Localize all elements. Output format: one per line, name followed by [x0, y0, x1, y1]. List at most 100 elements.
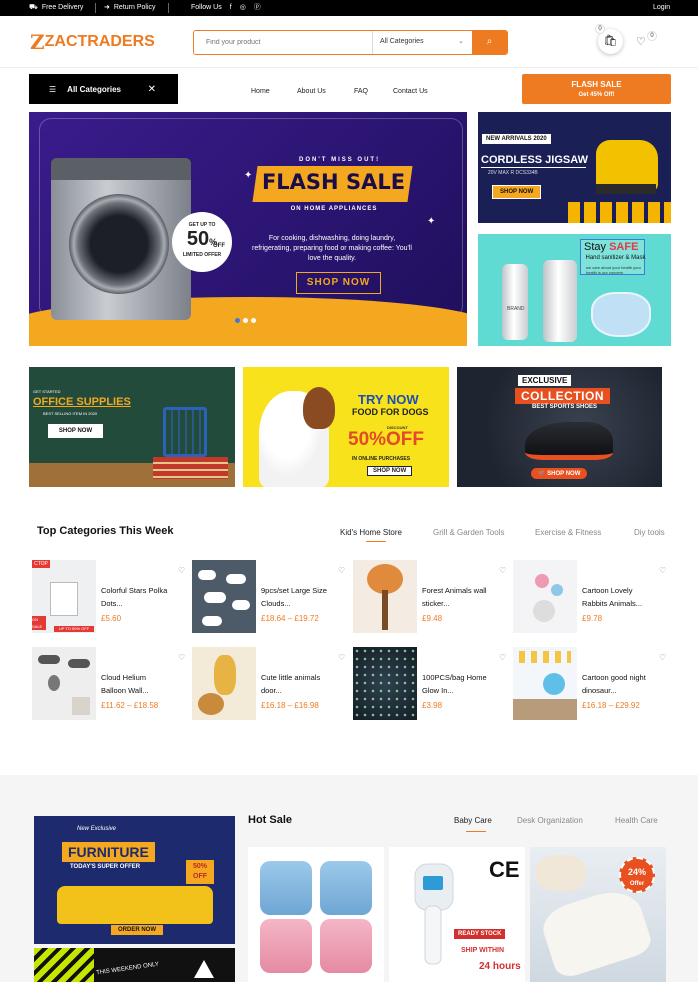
slider-dot[interactable] — [235, 318, 240, 323]
hero-slider[interactable]: GET UP TO 50% OFF LIMITED OFFER DON'T MI… — [29, 112, 467, 346]
product-card[interactable]: Forest Animals wall sticker... £9.48 ♡ — [353, 560, 508, 633]
sparkle-icon: ✦ — [427, 216, 436, 227]
furniture-title: FURNITURE — [62, 842, 155, 862]
nav-about-us[interactable]: About Us — [297, 88, 326, 95]
jigsaw-shop-now-button[interactable]: SHOP NOW — [492, 185, 542, 199]
shoes-shop-now-button[interactable]: 🛒 SHOP NOW — [531, 468, 588, 479]
ribbon-upto: UP TO 50% OFF — [54, 626, 94, 632]
lion-shape — [198, 693, 224, 715]
product-name[interactable]: Cartoon good night dinosaur... — [582, 671, 667, 697]
site-logo[interactable]: Z ZACTRADERS — [30, 32, 155, 52]
flash-sale-button[interactable]: FLASH SALE Get 45% Off! — [522, 74, 671, 104]
instagram-icon[interactable]: ◎ — [240, 0, 246, 16]
product-name[interactable]: Cartoon Lovely Rabbits Animals... — [582, 584, 667, 610]
baby-image — [536, 855, 586, 891]
product-card[interactable]: Cute little animals door... £16.18 – £16.… — [192, 647, 347, 720]
return-policy[interactable]: ➜ Return Policy — [104, 0, 156, 16]
heart-icon[interactable]: ♡ — [499, 653, 506, 662]
product-image[interactable] — [513, 647, 577, 720]
heart-icon[interactable]: ♡ — [178, 566, 185, 575]
category-select[interactable]: All Categories ⌄ — [372, 31, 472, 54]
order-now-button[interactable]: ORDER NOW — [111, 925, 163, 935]
washer-panel — [51, 158, 191, 180]
product-price: £9.78 — [582, 614, 603, 623]
slider-dot[interactable] — [251, 318, 256, 323]
heart-icon[interactable]: ♡ — [178, 653, 185, 662]
product-name[interactable]: Forest Animals wall sticker... — [422, 584, 507, 610]
free-delivery[interactable]: ⛟ Free Delivery — [29, 0, 83, 16]
product-name[interactable]: Cute little animals door... — [261, 671, 346, 697]
hot-sale-card[interactable] — [248, 847, 384, 982]
hot-sale-card[interactable]: 24% Offer — [530, 847, 666, 982]
office-supplies-banner[interactable]: GET STARTED OFFICE SUPPLIES BEST SELLING… — [29, 367, 235, 487]
sports-shoes-banner[interactable]: EXCLUSIVE COLLECTION BEST SPORTS SHOES 🛒… — [457, 367, 662, 487]
nav-contact-us[interactable]: Contact Us — [393, 88, 428, 95]
product-price: £16.18 – £16.98 — [261, 701, 319, 710]
tab-desk-organization[interactable]: Desk Organization — [517, 816, 583, 825]
baby-bag-image — [320, 861, 372, 915]
product-card[interactable]: CTOP ON SALE UP TO 50% OFF Colorful Star… — [32, 560, 187, 633]
pinterest-icon[interactable]: ⓟ — [254, 0, 261, 16]
facebook-icon[interactable]: f — [230, 0, 232, 16]
jigsaw-banner[interactable]: NEW ARRIVALS 2020 CORDLESS JIGSAW 20V MA… — [478, 112, 671, 223]
office-shop-now-button[interactable]: SHOP NOW — [48, 424, 103, 438]
product-image[interactable]: CTOP ON SALE UP TO 50% OFF — [32, 560, 96, 633]
hero-title: FLASH SALE — [261, 170, 406, 194]
product-image[interactable] — [513, 560, 577, 633]
tab-grill-garden-tools[interactable]: Grill & Garden Tools — [433, 528, 504, 537]
heart-icon[interactable]: ♡ — [636, 35, 646, 48]
product-price: £9.48 — [422, 614, 443, 623]
nav-faq[interactable]: FAQ — [354, 88, 368, 95]
stay-safe-banner[interactable]: Stay SAFE Hand sanitizer & Mask we care … — [478, 234, 671, 346]
hot-sale-card[interactable]: CE READY STOCK SHIP WITHIN 24 hours — [389, 847, 525, 982]
product-image[interactable] — [353, 647, 417, 720]
hero-shop-now-button[interactable]: SHOP NOW — [296, 272, 381, 294]
product-name[interactable]: 9pcs/set Large Size Clouds... — [261, 584, 346, 610]
product-card[interactable]: 100PCS/bag Home Glow In... £3.98 ♡ — [353, 647, 508, 720]
product-image[interactable] — [192, 560, 256, 633]
product-card[interactable]: Cartoon good night dinosaur... £16.18 – £… — [513, 647, 668, 720]
thermometer-image — [414, 863, 454, 965]
dog-food-banner[interactable]: TRY NOW FOOD FOR DOGS DISCOUNT 50%OFF IN… — [243, 367, 449, 487]
cloud-shape — [198, 570, 216, 580]
login-link[interactable]: Login — [653, 0, 670, 16]
product-name[interactable]: Colorful Stars Polka Dots... — [101, 584, 186, 610]
search-button[interactable]: ⌕ — [472, 31, 507, 54]
tab-diy-tools[interactable]: Diy tools — [634, 528, 665, 537]
furniture-banner[interactable]: New Exclusive FURNITURE TODAY'S SUPER OF… — [34, 816, 235, 944]
truck-icon: ⛟ — [29, 4, 38, 11]
dog-shop-now-button[interactable]: SHOP NOW — [367, 466, 413, 476]
heart-icon[interactable]: ♡ — [338, 653, 345, 662]
tab-health-care[interactable]: Health Care — [615, 816, 658, 825]
product-card[interactable]: Cartoon Lovely Rabbits Animals... £9.78 ♡ — [513, 560, 668, 633]
chevron-down-icon: ⌄ — [458, 38, 464, 45]
tab-baby-care[interactable]: Baby Care — [454, 816, 492, 825]
hot-sale-title: Hot Sale — [248, 814, 293, 826]
heart-icon[interactable]: ♡ — [659, 653, 666, 662]
banner-stripes — [34, 948, 94, 982]
nav-home[interactable]: Home — [251, 88, 270, 95]
weekend-banner[interactable]: THIS WEEKEND ONLY — [34, 948, 235, 982]
close-icon[interactable]: ✕ — [148, 84, 156, 95]
product-image[interactable] — [192, 647, 256, 720]
product-image[interactable] — [32, 647, 96, 720]
product-price: £16.18 – £29.92 — [582, 701, 640, 710]
product-name[interactable]: 100PCS/bag Home Glow In... — [422, 671, 507, 697]
heart-icon[interactable]: ♡ — [338, 566, 345, 575]
product-image[interactable] — [353, 560, 417, 633]
heart-icon[interactable]: ♡ — [499, 566, 506, 575]
tab-kids-home-store[interactable]: Kid's Home Store — [340, 528, 402, 537]
heart-icon[interactable]: ♡ — [659, 566, 666, 575]
tab-exercise-fitness[interactable]: Exercise & Fitness — [535, 528, 601, 537]
search-input[interactable] — [194, 31, 372, 54]
slider-dot[interactable] — [243, 318, 248, 323]
all-categories-button[interactable]: ☰ All Categories ✕ — [29, 74, 178, 104]
triangle-shape — [194, 960, 214, 978]
furniture-tag: New Exclusive — [77, 826, 117, 832]
crib-image — [50, 582, 78, 616]
product-card[interactable]: Cloud Helium Balloon Wall... £11.62 – £18… — [32, 647, 187, 720]
ce-mark: CE — [489, 857, 520, 882]
product-card[interactable]: 9pcs/set Large Size Clouds... £18.64 – £1… — [192, 560, 347, 633]
giraffe-shape — [214, 655, 236, 695]
product-name[interactable]: Cloud Helium Balloon Wall... — [101, 671, 186, 697]
